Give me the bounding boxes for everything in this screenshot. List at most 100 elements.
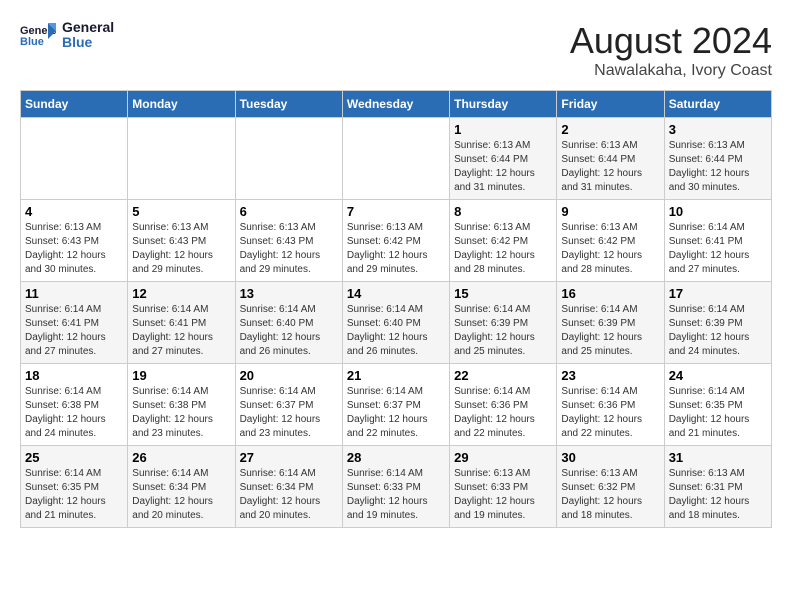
- title-block: August 2024 Nawalakaha, Ivory Coast: [570, 20, 772, 80]
- day-info: Sunrise: 6:14 AM Sunset: 6:34 PM Dayligh…: [132, 467, 230, 523]
- day-info: Sunrise: 6:13 AM Sunset: 6:33 PM Dayligh…: [454, 467, 552, 523]
- day-info: Sunrise: 6:14 AM Sunset: 6:41 PM Dayligh…: [25, 303, 123, 359]
- calendar-cell: 3 Sunrise: 6:13 AM Sunset: 6:44 PM Daylig…: [664, 118, 771, 200]
- calendar-cell: 8Sunrise: 6:13 AM Sunset: 6:42 PM Daylig…: [450, 200, 557, 282]
- day-info: Sunrise: 6:13 AM Sunset: 6:31 PM Dayligh…: [669, 467, 767, 523]
- calendar-cell: 11 Sunrise: 6:14 AM Sunset: 6:41 PM Dayli…: [21, 282, 128, 364]
- day-number: 20: [240, 368, 338, 383]
- calendar-cell: [342, 118, 449, 200]
- month-title: August 2024: [570, 20, 772, 62]
- day-number: 9: [561, 204, 659, 219]
- calendar-cell: 12 Sunrise: 6:14 AM Sunset: 6:41 PM Dayli…: [128, 282, 235, 364]
- weekday-header-friday: Friday: [557, 91, 664, 118]
- calendar-week-5: 25 Sunrise: 6:14 AM Sunset: 6:35 PM Dayli…: [21, 446, 772, 528]
- day-number: 10: [669, 204, 767, 219]
- calendar-cell: 13Sunrise: 6:14 AM Sunset: 6:40 PM Dayli…: [235, 282, 342, 364]
- day-info: Sunrise: 6:14 AM Sunset: 6:33 PM Dayligh…: [347, 467, 445, 523]
- day-number: 3: [669, 122, 767, 137]
- day-info: Sunrise: 6:13 AM Sunset: 6:44 PM Dayligh…: [454, 139, 552, 195]
- day-info: Sunrise: 6:13 AM Sunset: 6:42 PM Dayligh…: [454, 221, 552, 277]
- calendar-cell: 28 Sunrise: 6:14 AM Sunset: 6:33 PM Dayli…: [342, 446, 449, 528]
- calendar-week-1: 1 Sunrise: 6:13 AM Sunset: 6:44 PM Daylig…: [21, 118, 772, 200]
- calendar-body: 1 Sunrise: 6:13 AM Sunset: 6:44 PM Daylig…: [21, 118, 772, 528]
- logo: General Blue General Blue: [20, 20, 114, 51]
- day-number: 14: [347, 286, 445, 301]
- day-info: Sunrise: 6:13 AM Sunset: 6:43 PM Dayligh…: [132, 221, 230, 277]
- day-info: Sunrise: 6:14 AM Sunset: 6:38 PM Dayligh…: [132, 385, 230, 441]
- calendar-cell: 1 Sunrise: 6:13 AM Sunset: 6:44 PM Daylig…: [450, 118, 557, 200]
- day-number: 21: [347, 368, 445, 383]
- day-info: Sunrise: 6:14 AM Sunset: 6:39 PM Dayligh…: [561, 303, 659, 359]
- calendar-cell: 9 Sunrise: 6:13 AM Sunset: 6:42 PM Daylig…: [557, 200, 664, 282]
- calendar-cell: 10Sunrise: 6:14 AM Sunset: 6:41 PM Dayli…: [664, 200, 771, 282]
- day-number: 1: [454, 122, 552, 137]
- calendar-cell: 2 Sunrise: 6:13 AM Sunset: 6:44 PM Daylig…: [557, 118, 664, 200]
- calendar-week-2: 4Sunrise: 6:13 AM Sunset: 6:43 PM Daylig…: [21, 200, 772, 282]
- weekday-header-monday: Monday: [128, 91, 235, 118]
- day-number: 31: [669, 450, 767, 465]
- day-info: Sunrise: 6:14 AM Sunset: 6:34 PM Dayligh…: [240, 467, 338, 523]
- day-number: 22: [454, 368, 552, 383]
- day-info: Sunrise: 6:14 AM Sunset: 6:39 PM Dayligh…: [454, 303, 552, 359]
- day-number: 17: [669, 286, 767, 301]
- day-number: 7: [347, 204, 445, 219]
- day-info: Sunrise: 6:13 AM Sunset: 6:44 PM Dayligh…: [669, 139, 767, 195]
- calendar-cell: 17 Sunrise: 6:14 AM Sunset: 6:39 PM Dayli…: [664, 282, 771, 364]
- day-number: 24: [669, 368, 767, 383]
- day-info: Sunrise: 6:14 AM Sunset: 6:35 PM Dayligh…: [25, 467, 123, 523]
- weekday-header-tuesday: Tuesday: [235, 91, 342, 118]
- day-number: 19: [132, 368, 230, 383]
- day-info: Sunrise: 6:14 AM Sunset: 6:36 PM Dayligh…: [454, 385, 552, 441]
- calendar-cell: 24Sunrise: 6:14 AM Sunset: 6:35 PM Dayli…: [664, 364, 771, 446]
- calendar-table: SundayMondayTuesdayWednesdayThursdayFrid…: [20, 90, 772, 528]
- day-info: Sunrise: 6:13 AM Sunset: 6:44 PM Dayligh…: [561, 139, 659, 195]
- logo-blue: Blue: [62, 35, 114, 50]
- day-info: Sunrise: 6:14 AM Sunset: 6:40 PM Dayligh…: [347, 303, 445, 359]
- day-number: 2: [561, 122, 659, 137]
- day-number: 11: [25, 286, 123, 301]
- calendar-week-3: 11 Sunrise: 6:14 AM Sunset: 6:41 PM Dayli…: [21, 282, 772, 364]
- day-number: 30: [561, 450, 659, 465]
- calendar-cell: 26 Sunrise: 6:14 AM Sunset: 6:34 PM Dayli…: [128, 446, 235, 528]
- calendar-cell: 7 Sunrise: 6:13 AM Sunset: 6:42 PM Daylig…: [342, 200, 449, 282]
- calendar-cell: 22 Sunrise: 6:14 AM Sunset: 6:36 PM Dayli…: [450, 364, 557, 446]
- calendar-cell: 15 Sunrise: 6:14 AM Sunset: 6:39 PM Dayli…: [450, 282, 557, 364]
- day-number: 16: [561, 286, 659, 301]
- day-info: Sunrise: 6:14 AM Sunset: 6:37 PM Dayligh…: [347, 385, 445, 441]
- calendar-cell: 31 Sunrise: 6:13 AM Sunset: 6:31 PM Dayli…: [664, 446, 771, 528]
- day-number: 18: [25, 368, 123, 383]
- calendar-header: SundayMondayTuesdayWednesdayThursdayFrid…: [21, 91, 772, 118]
- day-info: Sunrise: 6:14 AM Sunset: 6:36 PM Dayligh…: [561, 385, 659, 441]
- calendar-cell: 4Sunrise: 6:13 AM Sunset: 6:43 PM Daylig…: [21, 200, 128, 282]
- weekday-header-wednesday: Wednesday: [342, 91, 449, 118]
- calendar-cell: 23Sunrise: 6:14 AM Sunset: 6:36 PM Dayli…: [557, 364, 664, 446]
- day-info: Sunrise: 6:13 AM Sunset: 6:42 PM Dayligh…: [561, 221, 659, 277]
- day-number: 12: [132, 286, 230, 301]
- calendar-cell: 27 Sunrise: 6:14 AM Sunset: 6:34 PM Dayli…: [235, 446, 342, 528]
- calendar-cell: 29 Sunrise: 6:13 AM Sunset: 6:33 PM Dayli…: [450, 446, 557, 528]
- calendar-cell: 14 Sunrise: 6:14 AM Sunset: 6:40 PM Dayli…: [342, 282, 449, 364]
- day-number: 13: [240, 286, 338, 301]
- day-number: 29: [454, 450, 552, 465]
- logo-icon: General Blue: [20, 21, 56, 49]
- day-info: Sunrise: 6:14 AM Sunset: 6:39 PM Dayligh…: [669, 303, 767, 359]
- day-info: Sunrise: 6:13 AM Sunset: 6:43 PM Dayligh…: [25, 221, 123, 277]
- day-info: Sunrise: 6:13 AM Sunset: 6:42 PM Dayligh…: [347, 221, 445, 277]
- calendar-cell: 5Sunrise: 6:13 AM Sunset: 6:43 PM Daylig…: [128, 200, 235, 282]
- day-info: Sunrise: 6:13 AM Sunset: 6:32 PM Dayligh…: [561, 467, 659, 523]
- day-number: 27: [240, 450, 338, 465]
- calendar-cell: 25 Sunrise: 6:14 AM Sunset: 6:35 PM Dayli…: [21, 446, 128, 528]
- day-info: Sunrise: 6:14 AM Sunset: 6:37 PM Dayligh…: [240, 385, 338, 441]
- calendar-cell: [128, 118, 235, 200]
- day-info: Sunrise: 6:14 AM Sunset: 6:41 PM Dayligh…: [132, 303, 230, 359]
- day-number: 28: [347, 450, 445, 465]
- day-number: 26: [132, 450, 230, 465]
- calendar-cell: 6Sunrise: 6:13 AM Sunset: 6:43 PM Daylig…: [235, 200, 342, 282]
- calendar-cell: 16 Sunrise: 6:14 AM Sunset: 6:39 PM Dayli…: [557, 282, 664, 364]
- weekday-header-row: SundayMondayTuesdayWednesdayThursdayFrid…: [21, 91, 772, 118]
- day-number: 25: [25, 450, 123, 465]
- calendar-cell: 30 Sunrise: 6:13 AM Sunset: 6:32 PM Dayli…: [557, 446, 664, 528]
- location: Nawalakaha, Ivory Coast: [570, 62, 772, 80]
- day-number: 15: [454, 286, 552, 301]
- calendar-cell: 20 Sunrise: 6:14 AM Sunset: 6:37 PM Dayli…: [235, 364, 342, 446]
